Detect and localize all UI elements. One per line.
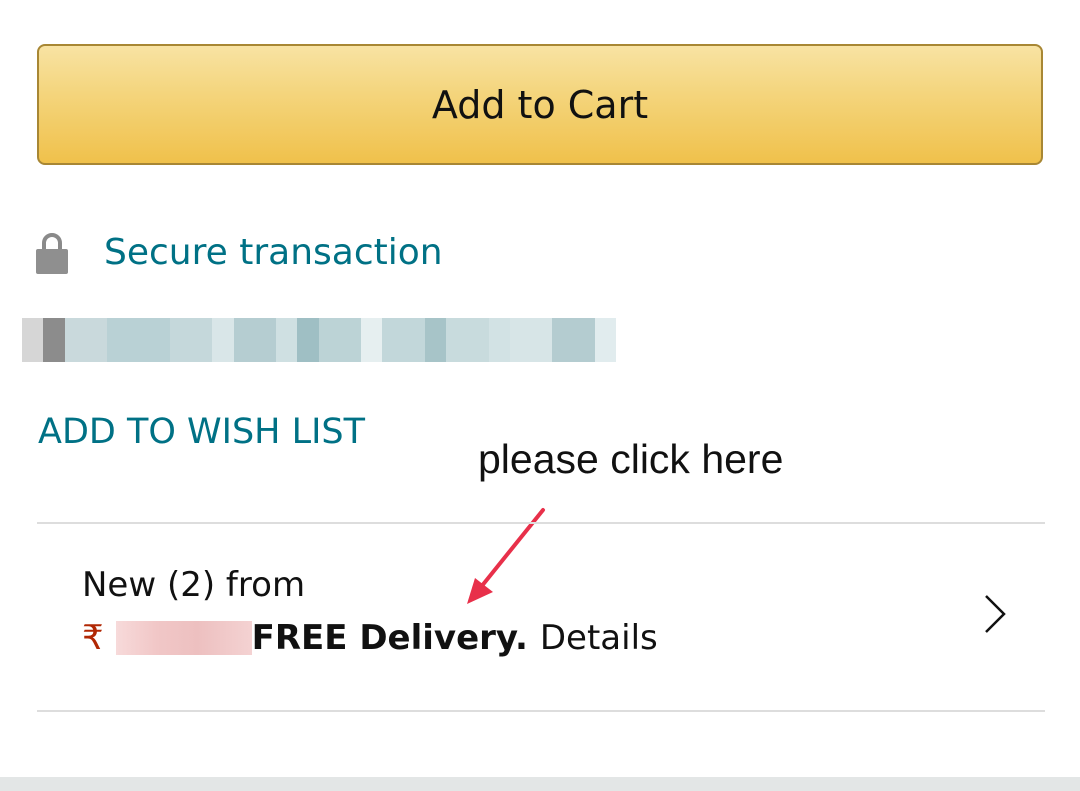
redacted-price — [115, 621, 252, 655]
annotation-label: please click here — [478, 436, 784, 482]
chevron-right-icon[interactable] — [983, 593, 1007, 635]
redacted-text — [22, 318, 617, 362]
add-to-cart-button[interactable]: Add to Cart — [37, 44, 1043, 165]
secure-transaction-link[interactable]: Secure transaction — [104, 232, 443, 273]
rupee-symbol: ₹ — [82, 618, 104, 658]
divider — [37, 710, 1045, 712]
other-sellers-row[interactable]: New (2) from ₹ FREE Delivery. Details — [37, 525, 1045, 711]
new-offers-count: New (2) from — [82, 565, 306, 605]
section-separator — [0, 777, 1080, 791]
divider — [37, 522, 1045, 524]
free-delivery-label: FREE Delivery. — [251, 618, 528, 658]
offer-price-line: ₹ FREE Delivery. Details — [82, 618, 658, 658]
secure-transaction-row[interactable]: Secure transaction — [36, 222, 443, 282]
add-to-wish-list-link[interactable]: ADD TO WISH LIST — [38, 412, 365, 452]
add-to-cart-label: Add to Cart — [431, 82, 649, 127]
lock-icon — [36, 233, 68, 274]
product-buy-box: Add to Cart Secure transaction ADD TO WI… — [0, 0, 1080, 791]
details-link[interactable]: Details — [540, 618, 658, 658]
